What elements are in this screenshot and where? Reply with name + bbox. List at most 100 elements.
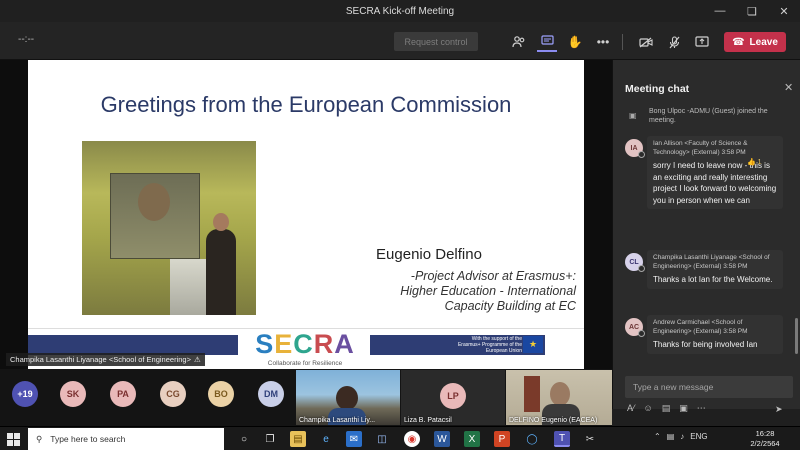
participant-avatar[interactable]: SK bbox=[60, 381, 86, 407]
message-body: Thanks for being involved Ian bbox=[653, 340, 758, 349]
participant-avatar: LP bbox=[440, 383, 466, 409]
speaker-name: Eugenio Delfino bbox=[376, 246, 482, 263]
presentation-slide: Greetings from the European Commission E… bbox=[28, 60, 584, 369]
leave-button[interactable]: ☎ Leave bbox=[724, 32, 786, 52]
close-window-icon[interactable]: ✕ bbox=[768, 0, 800, 22]
raise-hand-icon[interactable]: ✋ bbox=[565, 32, 585, 52]
speaker-role-line-1: -Project Advisor at Erasmus+: bbox=[410, 269, 576, 283]
taskbar-search-box[interactable]: ⚲ Type here to search bbox=[28, 428, 224, 450]
phone-hangup-icon: ☎ bbox=[732, 36, 745, 48]
presenter-name-label: Champika Lasanthi Liyanage <School of En… bbox=[6, 353, 205, 366]
clock-time: 16:28 bbox=[755, 429, 775, 438]
participants-icon[interactable] bbox=[509, 32, 529, 52]
participant-video-tile[interactable]: Champika Lasanthi Liy... bbox=[296, 370, 400, 425]
window-controls: — ❏ ✕ bbox=[704, 0, 800, 22]
meeting-toolbar: --:-- Request control ✋ ••• ☎ Leave bbox=[0, 22, 800, 60]
erasmus-support-text: With the support of the Erasmus+ Program… bbox=[457, 336, 522, 354]
mic-icon: ⚠ bbox=[193, 355, 201, 364]
chat-message-input[interactable]: Type a new message bbox=[625, 376, 793, 398]
powerpoint-icon[interactable]: P bbox=[494, 431, 510, 447]
message-bubble[interactable]: Ian Allison <Faculty of Science & Techno… bbox=[647, 136, 783, 209]
window-title: SECRA Kick-off Meeting bbox=[345, 5, 455, 17]
task-view-icon[interactable]: ❐ bbox=[262, 431, 278, 447]
eu-flag-icon: ★ bbox=[523, 336, 543, 353]
message-time: 3:58 PM bbox=[721, 149, 746, 156]
tile-name-label: DELFINO Eugenio (EACEA) bbox=[509, 417, 598, 424]
participant-head bbox=[550, 382, 570, 406]
avatar: IA bbox=[625, 139, 645, 158]
participant-head bbox=[336, 386, 358, 410]
edge-icon[interactable]: e bbox=[318, 431, 334, 447]
secra-logo: SECRA bbox=[255, 329, 355, 359]
participant-strip: +19 SK PA CG BO DM Champika Lasanthi Liy… bbox=[0, 369, 612, 426]
chat-scrollbar[interactable] bbox=[795, 318, 798, 354]
participant-avatar[interactable]: BO bbox=[208, 381, 234, 407]
teams-window: SECRA Kick-off Meeting — ❏ ✕ --:-- Reque… bbox=[0, 0, 800, 450]
minimize-icon[interactable]: — bbox=[704, 0, 736, 22]
secra-tagline: Collaborate for Resilience bbox=[267, 360, 343, 367]
message-time: 3:58 PM bbox=[723, 263, 748, 270]
message-body: Thanks a lot Ian for the Welcome. bbox=[653, 275, 773, 284]
participant-tile[interactable]: LP Liza B. Patacsil bbox=[401, 370, 505, 425]
store-icon[interactable]: ◫ bbox=[374, 431, 390, 447]
message-bubble[interactable]: Andrew Carmichael <School of Engineering… bbox=[647, 315, 783, 354]
camera-off-icon[interactable] bbox=[636, 32, 656, 52]
speaker-role-line-3: Capacity Building at EC bbox=[444, 299, 576, 313]
meeting-chat-panel: Meeting chat ✕ ▣ Bong Ulpoc -ADMU (Guest… bbox=[612, 60, 800, 414]
format-icon[interactable]: A⁄ bbox=[627, 403, 635, 415]
excel-icon[interactable]: X bbox=[464, 431, 480, 447]
volume-icon[interactable]: ♪ bbox=[680, 432, 684, 441]
language-indicator[interactable]: ENG bbox=[690, 432, 707, 441]
message-time: 3:58 PM bbox=[723, 328, 748, 335]
network-icon[interactable]: ▤ bbox=[667, 432, 675, 441]
photo-speaker-head bbox=[213, 213, 229, 231]
more-participants-badge[interactable]: +19 bbox=[12, 381, 38, 407]
background-painting bbox=[524, 376, 540, 412]
request-control-button[interactable]: Request control bbox=[394, 32, 478, 51]
send-icon[interactable]: ➤ bbox=[775, 404, 783, 415]
search-icon: ⚲ bbox=[36, 433, 43, 444]
avatar: CL bbox=[625, 253, 645, 272]
toolbar-divider bbox=[622, 34, 623, 50]
taskbar-clock[interactable]: 16:28 2/2/2564 bbox=[742, 429, 788, 449]
participant-video-tile[interactable]: DELFINO Eugenio (EACEA) bbox=[506, 370, 612, 425]
participant-avatar[interactable]: CG bbox=[160, 381, 186, 407]
tray-chevron-icon[interactable]: ⌃ bbox=[654, 432, 661, 441]
snipping-tool-icon[interactable]: ✂ bbox=[582, 431, 598, 447]
windows-start-icon[interactable] bbox=[7, 433, 20, 446]
tile-name-label: Liza B. Patacsil bbox=[404, 417, 452, 424]
edge-chromium-icon[interactable]: ◯ bbox=[524, 431, 540, 447]
teams-icon[interactable]: T bbox=[554, 431, 570, 447]
sticker-icon[interactable]: ▣ bbox=[679, 403, 688, 415]
cortana-icon[interactable]: ○ bbox=[236, 431, 252, 447]
participant-avatar[interactable]: DM bbox=[258, 381, 284, 407]
participant-avatar[interactable]: PA bbox=[110, 381, 136, 407]
word-icon[interactable]: W bbox=[434, 431, 450, 447]
avatar: AC bbox=[625, 318, 645, 337]
message-bubble[interactable]: Champika Lasanthi Liyanage <School of En… bbox=[647, 250, 783, 289]
join-icon: ▣ bbox=[629, 111, 637, 120]
chat-header: Meeting chat bbox=[625, 83, 690, 95]
speaker-photo bbox=[82, 141, 256, 315]
more-compose-icon[interactable]: ⋯ bbox=[697, 403, 706, 415]
mail-icon[interactable]: ✉ bbox=[346, 431, 362, 447]
file-explorer-icon[interactable]: ▤ bbox=[290, 431, 306, 447]
share-screen-icon[interactable] bbox=[692, 32, 712, 52]
clock-date: 2/2/2564 bbox=[750, 439, 780, 448]
meeting-timer: --:-- bbox=[18, 34, 35, 45]
chat-icon[interactable] bbox=[537, 32, 557, 52]
message-sender: Champika Lasanthi Liyanage <School of En… bbox=[653, 254, 770, 270]
system-tray: ⌃ ▤ ♪ ENG bbox=[654, 432, 708, 441]
gif-icon[interactable]: ▤ bbox=[662, 403, 671, 415]
more-options-icon[interactable]: ••• bbox=[593, 32, 613, 52]
restore-icon[interactable]: ❏ bbox=[736, 0, 768, 22]
photo-projected-speaker bbox=[138, 183, 170, 221]
mic-off-icon[interactable] bbox=[664, 32, 684, 52]
chrome-icon[interactable]: ◉ bbox=[404, 431, 420, 447]
message-body: sorry I need to leave now - this is an e… bbox=[653, 161, 777, 205]
close-chat-icon[interactable]: ✕ bbox=[784, 81, 793, 94]
emoji-icon[interactable]: ☺ bbox=[644, 403, 653, 415]
speaker-role-line-2: Higher Education - International bbox=[400, 284, 576, 298]
slide-title: Greetings from the European Commission bbox=[100, 92, 512, 117]
like-reaction-icon[interactable]: 👍 1 bbox=[747, 158, 762, 166]
